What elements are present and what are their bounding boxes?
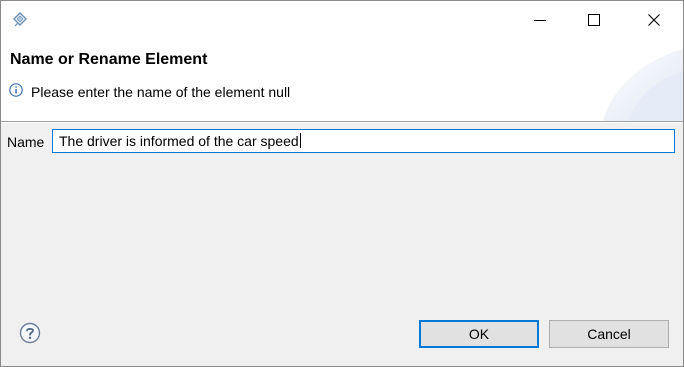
dialog-message: Please enter the name of the element nul… [31, 84, 291, 100]
name-label: Name [7, 134, 45, 150]
minimize-icon [534, 20, 546, 21]
name-input[interactable]: The driver is informed of the car speed [52, 129, 675, 153]
maximize-icon [588, 14, 600, 26]
dialog-window: Name or Rename Element Please enter the … [0, 0, 684, 367]
ok-button[interactable]: OK [419, 320, 539, 348]
info-icon [9, 83, 23, 97]
maximize-button[interactable] [571, 1, 617, 39]
text-caret [299, 133, 301, 148]
minimize-button[interactable] [517, 1, 563, 39]
title-bar[interactable] [1, 1, 683, 39]
cancel-button[interactable]: Cancel [549, 320, 669, 348]
close-icon [648, 14, 660, 26]
header-separator-highlight [1, 122, 683, 123]
dialog-title: Name or Rename Element [10, 51, 208, 68]
header-banner-graphic [603, 49, 683, 121]
app-diamond-icon [10, 10, 30, 30]
dialog-header: Name or Rename Element Please enter the … [1, 39, 683, 121]
name-input-value: The driver is informed of the car speed [59, 133, 299, 149]
help-icon[interactable] [19, 322, 41, 344]
close-button[interactable] [631, 1, 677, 39]
